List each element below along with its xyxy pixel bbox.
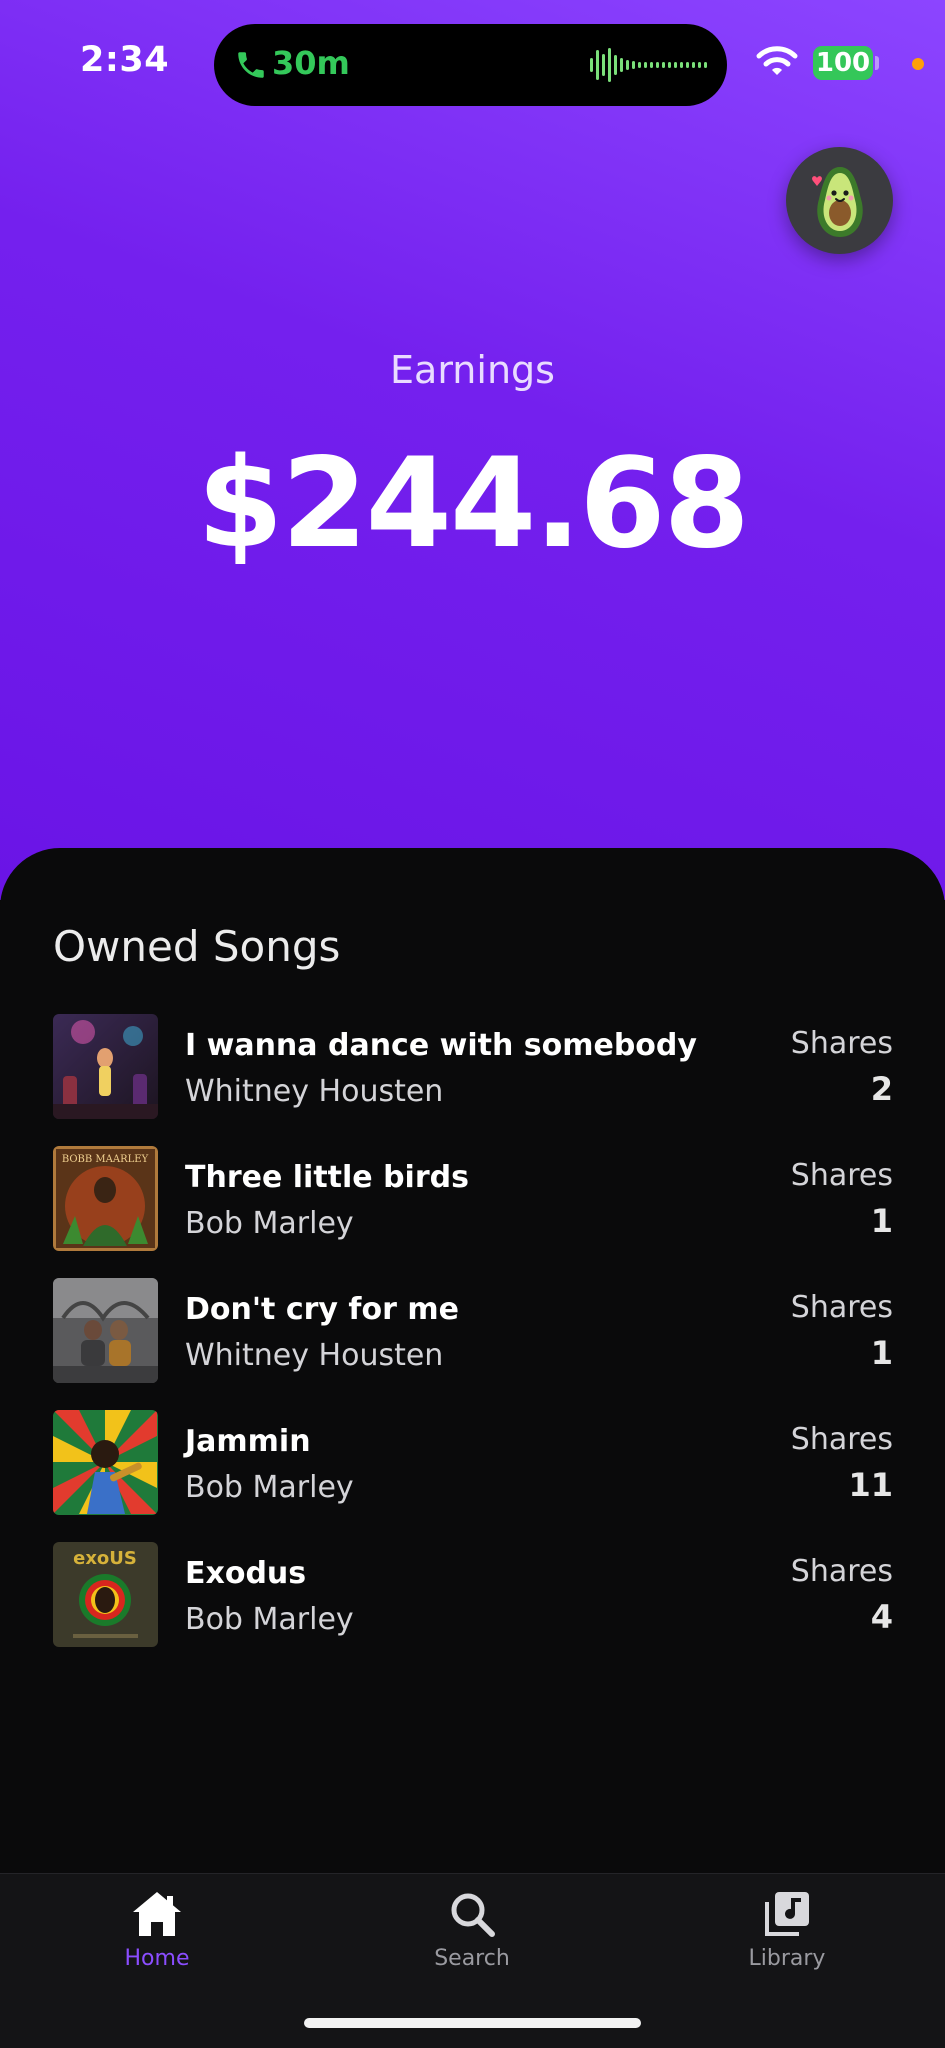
phone-icon (238, 52, 264, 78)
cover-text: exoUS (73, 1548, 137, 1569)
tab-search[interactable]: Search (392, 1890, 552, 2000)
dynamic-island[interactable]: 30m (214, 24, 727, 106)
song-row[interactable]: exoUS Exodus Bob Marley Shares 4 (53, 1542, 893, 1647)
status-time: 2:34 (80, 40, 170, 80)
wifi-icon (756, 46, 798, 75)
song-title: Exodus (185, 1556, 307, 1591)
earnings-amount: $244.68 (197, 432, 750, 576)
home-icon (133, 1892, 181, 1936)
song-artist: Whitney Housten (185, 1074, 444, 1109)
tab-home[interactable]: Home (77, 1890, 237, 2000)
song-title: Don't cry for me (185, 1292, 459, 1327)
song-artist: Bob Marley (185, 1470, 354, 1505)
shares-label: Shares (790, 1554, 893, 1589)
section-title: Owned Songs (53, 922, 341, 971)
cover-text: BOBB MAARLEY (62, 1154, 149, 1165)
tab-library[interactable]: Library (707, 1890, 867, 2000)
shares-label: Shares (790, 1422, 893, 1457)
shares-label: Shares (790, 1290, 893, 1325)
battery-nub (875, 56, 879, 70)
song-artist: Bob Marley (185, 1602, 354, 1637)
earnings-label: Earnings (390, 348, 555, 392)
shares-count: 4 (870, 1598, 893, 1636)
album-cover (53, 1278, 158, 1383)
earnings-header: 2:34 30m 100 Earnings $244.68 (0, 0, 945, 900)
album-cover (53, 1410, 158, 1515)
album-cover: exoUS (53, 1542, 158, 1647)
song-title: Three little birds (185, 1160, 469, 1195)
song-row[interactable]: I wanna dance with somebody Whitney Hous… (53, 1014, 893, 1119)
shares-count: 2 (870, 1070, 893, 1108)
song-artist: Whitney Housten (185, 1338, 444, 1373)
shares-count: 1 (870, 1334, 893, 1372)
song-row[interactable]: Don't cry for me Whitney Housten Shares … (53, 1278, 893, 1383)
avocado-icon (811, 166, 863, 237)
song-title: I wanna dance with somebody (185, 1028, 697, 1063)
privacy-indicator-dot (912, 58, 924, 70)
call-duration: 30m (272, 44, 350, 82)
song-row[interactable]: Jammin Bob Marley Shares 11 (53, 1410, 893, 1515)
shares-count: 11 (848, 1466, 893, 1504)
avatar[interactable] (786, 147, 893, 254)
album-cover: BOBB MAARLEY (53, 1146, 158, 1251)
library-icon (765, 1892, 809, 1936)
shares-count: 1 (870, 1202, 893, 1240)
search-icon (451, 1893, 495, 1937)
audio-waveform-icon (590, 48, 707, 82)
tab-label: Library (748, 1946, 826, 1971)
tab-label: Home (124, 1946, 190, 1971)
tab-label: Search (434, 1946, 510, 1971)
battery-indicator: 100 (813, 46, 873, 80)
song-title: Jammin (185, 1424, 311, 1459)
song-artist: Bob Marley (185, 1206, 354, 1241)
album-cover (53, 1014, 158, 1119)
song-row[interactable]: BOBB MAARLEY Three little birds Bob Marl… (53, 1146, 893, 1251)
shares-label: Shares (790, 1026, 893, 1061)
home-indicator (304, 2018, 641, 2028)
shares-label: Shares (790, 1158, 893, 1193)
